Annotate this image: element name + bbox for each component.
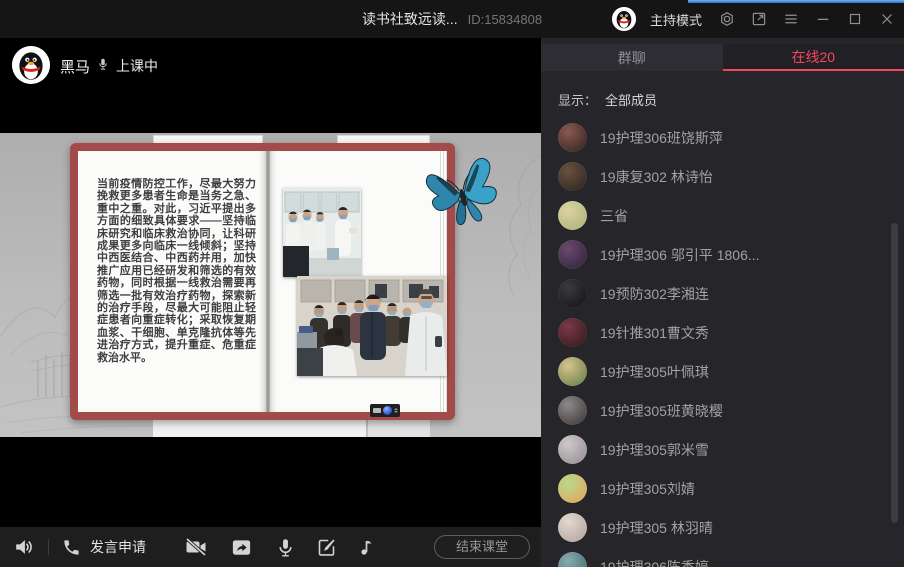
member-row[interactable]: 19护理305 林羽晴 <box>541 508 904 547</box>
member-avatar <box>558 318 587 347</box>
camera-off-icon[interactable] <box>184 535 208 559</box>
member-filter: 显示： 全部成员 <box>558 90 657 109</box>
member-name: 19护理305郭米雪 <box>600 440 709 460</box>
member-row[interactable]: 19护理306陈香婷 <box>541 547 904 567</box>
window-title: 读书社致远读... <box>362 9 458 29</box>
media-arrows-icon <box>394 408 398 413</box>
member-row[interactable]: 19康复302 林诗怡 <box>541 157 904 196</box>
whiteboard-icon[interactable] <box>316 537 337 558</box>
member-row[interactable]: 19护理305刘婧 <box>541 469 904 508</box>
screen-share-icon[interactable] <box>230 536 253 559</box>
photo-lab-visit-2 <box>297 276 447 376</box>
member-avatar <box>558 201 587 230</box>
member-name: 19护理306陈香婷 <box>600 557 709 567</box>
phone-icon <box>62 538 81 557</box>
member-name: 19针推301曹文秀 <box>600 323 709 343</box>
member-list-scrollbar[interactable] <box>891 223 898 523</box>
member-name: 19护理306 邬引平 1806... <box>600 245 760 265</box>
member-avatar <box>558 123 587 152</box>
member-row[interactable]: 三省 <box>541 196 904 235</box>
media-orb-icon <box>383 406 392 415</box>
member-avatar <box>558 357 587 386</box>
member-name: 19护理305 林羽晴 <box>600 518 713 538</box>
page-stack-edge <box>153 420 367 437</box>
member-row[interactable]: 19护理306班饶斯萍 <box>541 118 904 157</box>
qq-penguin-icon <box>12 46 50 84</box>
member-name: 19护理305刘婧 <box>600 479 695 499</box>
media-display-icon <box>373 408 381 413</box>
member-avatar <box>558 435 587 464</box>
member-name: 19康复302 林诗怡 <box>600 167 713 187</box>
member-avatar <box>558 552 587 567</box>
shared-screen-video: 当前疫情防控工作，尽最大努力挽救更多患者生命是当务之急、重中之重。对此，习近平提… <box>0 133 541 437</box>
member-name: 19护理305班黄晓樱 <box>600 401 723 421</box>
toolbar-divider <box>48 539 49 555</box>
speaker-icon[interactable] <box>13 536 35 558</box>
member-name: 三省 <box>600 206 628 226</box>
qq-penguin-icon <box>612 7 636 31</box>
app-window: 读书社致远读... ID:15834808 主持模式 <box>0 0 904 567</box>
sidebar: 群聊 在线20 显示： 全部成员 19护理306班饶斯萍 19康复302 林诗怡… <box>541 38 904 567</box>
slide-body-text: 当前疫情防控工作，尽最大努力挽救更多患者生命是当务之急、重中之重。对此，习近平提… <box>97 178 256 386</box>
member-row[interactable]: 19护理306 邬引平 1806... <box>541 235 904 274</box>
member-row[interactable]: 19预防302李湘连 <box>541 274 904 313</box>
member-name: 19护理306班饶斯萍 <box>600 128 723 148</box>
member-list: 19护理306班饶斯萍 19康复302 林诗怡 三省 19护理306 邬引平 1… <box>541 118 904 567</box>
speech-request-label: 发言申请 <box>90 537 146 557</box>
filter-label: 显示： <box>558 90 597 109</box>
member-avatar <box>558 474 587 503</box>
slide-open-book: 当前疫情防控工作，尽最大努力挽救更多患者生命是当务之急、重中之重。对此，习近平提… <box>70 143 455 420</box>
media-player-controls[interactable] <box>370 404 400 417</box>
mic-status-icon <box>96 54 110 74</box>
settings-icon[interactable] <box>718 10 736 28</box>
filter-value-dropdown[interactable]: 全部成员 <box>605 90 657 109</box>
host-avatar[interactable] <box>12 46 50 84</box>
close-icon[interactable] <box>878 10 896 28</box>
maximize-icon[interactable] <box>846 10 864 28</box>
member-row[interactable]: 19护理305郭米雪 <box>541 430 904 469</box>
page-stack-edge <box>368 420 430 437</box>
host-name: 黑马 <box>60 56 90 77</box>
toolbar: 发言申请 <box>0 527 541 567</box>
background-window-edge <box>688 0 904 3</box>
member-avatar <box>558 240 587 269</box>
host-qq-avatar[interactable] <box>612 7 636 31</box>
member-avatar <box>558 513 587 542</box>
member-avatar <box>558 396 587 425</box>
member-name: 19预防302李湘连 <box>600 284 709 304</box>
speech-request-button[interactable]: 发言申请 <box>62 537 146 557</box>
room-id: ID:15834808 <box>468 12 542 27</box>
member-row[interactable]: 19护理305班黄晓樱 <box>541 391 904 430</box>
tab-group-chat[interactable]: 群聊 <box>541 44 723 71</box>
stage-header: 黑马 上课中 <box>0 38 541 133</box>
titlebar: 读书社致远读... ID:15834808 主持模式 <box>0 0 904 38</box>
letterbox <box>0 437 541 527</box>
class-status-label: 上课中 <box>116 56 158 76</box>
photo-lab-visit-1 <box>283 188 361 277</box>
host-mode-label[interactable]: 主持模式 <box>650 10 702 29</box>
member-row[interactable]: 19针推301曹文秀 <box>541 313 904 352</box>
minimize-icon[interactable] <box>814 10 832 28</box>
member-avatar <box>558 162 587 191</box>
microphone-icon[interactable] <box>275 537 296 558</box>
popout-icon[interactable] <box>750 10 768 28</box>
member-avatar <box>558 279 587 308</box>
sidebar-tabs: 群聊 在线20 <box>541 44 904 71</box>
music-icon[interactable] <box>357 537 377 557</box>
menu-icon[interactable] <box>782 10 800 28</box>
member-row[interactable]: 19护理305叶佩琪 <box>541 352 904 391</box>
tab-online-members[interactable]: 在线20 <box>723 44 904 71</box>
member-name: 19护理305叶佩琪 <box>600 362 709 382</box>
book-spine <box>266 151 270 412</box>
end-class-button[interactable]: 结束课堂 <box>434 535 530 559</box>
